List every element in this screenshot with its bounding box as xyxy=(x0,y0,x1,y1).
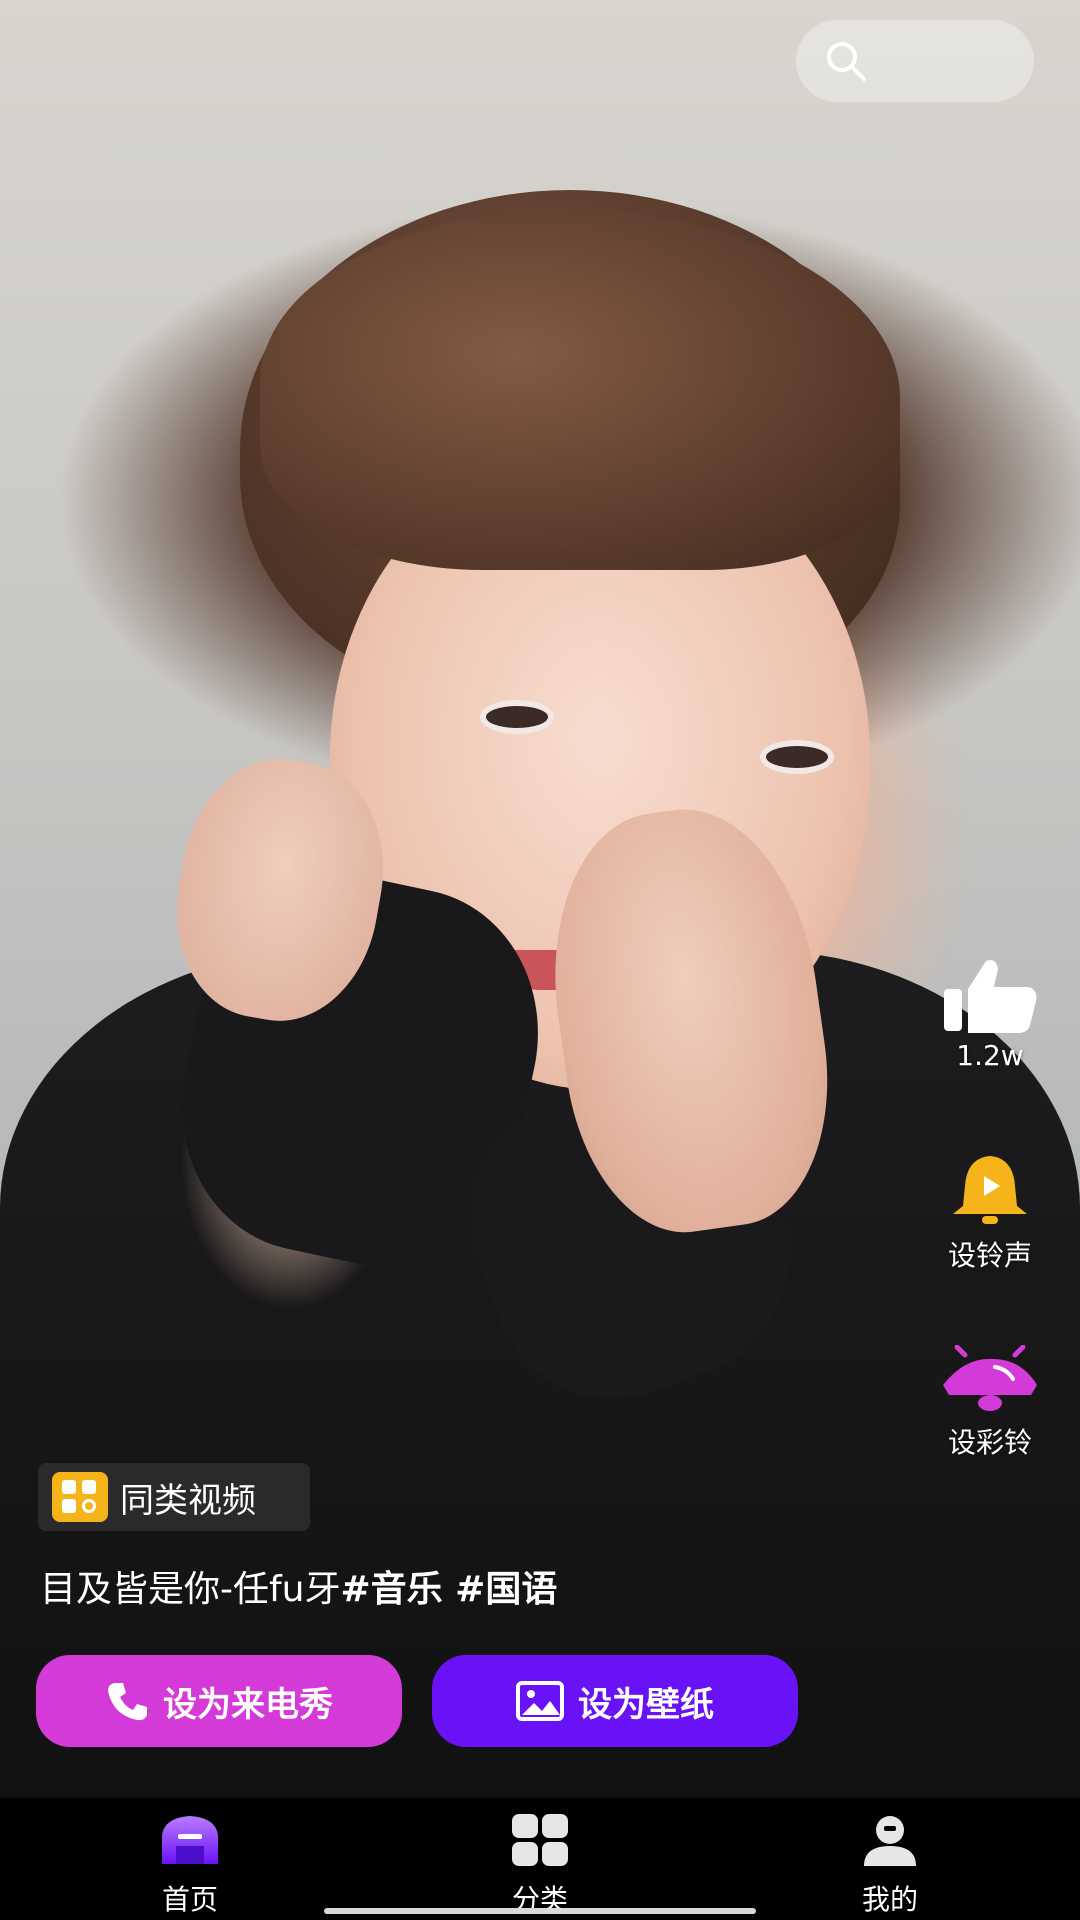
category-icon xyxy=(512,1814,568,1866)
image-icon xyxy=(516,1681,564,1721)
video-title: 目及皆是你-任fu牙 xyxy=(40,1569,341,1610)
video-hashtags[interactable]: #音乐 #国语 xyxy=(340,1569,557,1610)
video-content xyxy=(480,700,554,734)
bottom-nav: 首页 分类 我的 xyxy=(0,1798,1080,1920)
phone-icon xyxy=(108,1683,147,1721)
set-ringtone-button[interactable]: 设铃声 xyxy=(930,1150,1050,1274)
like-button[interactable]: 1.2w xyxy=(930,955,1050,1072)
ringing-bell-icon xyxy=(943,1344,1037,1411)
video-content xyxy=(260,210,900,570)
profile-icon xyxy=(864,1816,916,1866)
similar-videos-button[interactable]: 同类视频 xyxy=(38,1463,310,1531)
video-caption: 目及皆是你-任fu牙#音乐 #国语 xyxy=(40,1560,557,1612)
set-color-ring-button[interactable]: 设彩铃 xyxy=(930,1344,1050,1461)
nav-item-home[interactable]: 首页 xyxy=(110,1812,270,1918)
nav-item-profile[interactable]: 我的 xyxy=(810,1812,970,1918)
set-call-show-label: 设为来电秀 xyxy=(163,1684,333,1725)
nav-item-category[interactable]: 分类 xyxy=(460,1812,620,1918)
set-wallpaper-button[interactable]: 设为壁纸 xyxy=(432,1655,798,1747)
bell-play-icon xyxy=(953,1156,1027,1224)
nav-label: 首页 xyxy=(161,1883,218,1916)
home-icon xyxy=(162,1816,218,1864)
set-wallpaper-label: 设为壁纸 xyxy=(578,1684,714,1725)
grid-icon xyxy=(52,1472,108,1522)
set-call-show-button[interactable]: 设为来电秀 xyxy=(36,1655,402,1747)
nav-label: 我的 xyxy=(861,1883,918,1916)
thumbs-up-icon xyxy=(944,960,1037,1033)
set-ringtone-label: 设铃声 xyxy=(947,1239,1032,1272)
video-content xyxy=(760,740,834,774)
like-count: 1.2w xyxy=(956,1039,1024,1072)
set-color-ring-label: 设彩铃 xyxy=(947,1426,1032,1459)
search-button[interactable] xyxy=(796,20,1034,102)
home-indicator xyxy=(324,1908,756,1914)
search-icon xyxy=(827,42,866,81)
similar-videos-label: 同类视频 xyxy=(120,1480,256,1521)
